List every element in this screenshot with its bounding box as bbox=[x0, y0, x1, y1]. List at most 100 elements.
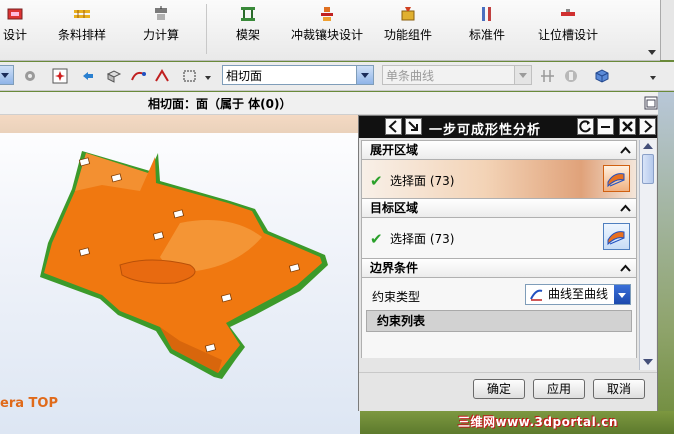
select-face-count: (73) bbox=[429, 232, 455, 246]
standard-part-icon bbox=[482, 7, 491, 21]
camera-view-label: era TOP bbox=[0, 396, 58, 411]
cancel-button[interactable]: 取消 bbox=[593, 379, 645, 399]
ribbon-overflow-icon[interactable] bbox=[648, 50, 656, 56]
collapse-button[interactable] bbox=[405, 118, 422, 135]
box-select-icon[interactable] bbox=[182, 68, 198, 84]
reset-button[interactable] bbox=[577, 118, 594, 135]
section-title: 目标区域 bbox=[370, 201, 419, 215]
section-title: 展开区域 bbox=[370, 143, 419, 157]
die-base-icon bbox=[241, 7, 255, 21]
undo-arrow-icon[interactable] bbox=[80, 68, 96, 84]
strip-layout-icon bbox=[74, 10, 90, 18]
ribbon-function-component-button[interactable]: 功能组件 bbox=[380, 6, 436, 50]
select-face-label: 选择面 (73) bbox=[390, 172, 454, 189]
maximize-icon[interactable] bbox=[644, 96, 658, 110]
face-rule-select[interactable]: 相切面 bbox=[222, 65, 374, 85]
face-rule-value: 相切面 bbox=[226, 69, 263, 83]
close-button[interactable] bbox=[619, 118, 636, 135]
feature-curve-icon[interactable] bbox=[154, 68, 170, 84]
snap-point-icon[interactable] bbox=[52, 68, 68, 84]
ribbon-label: 让位槽设计 bbox=[537, 28, 598, 42]
ribbon-strip-layout-button[interactable]: 条料排样 bbox=[52, 6, 112, 50]
die-design-icon bbox=[7, 8, 23, 20]
ribbon-punch-insert-button[interactable]: 冲裁镶块设计 bbox=[288, 6, 366, 50]
settings-icon[interactable] bbox=[22, 68, 38, 84]
section-boundary-header[interactable]: 边界条件 bbox=[361, 258, 637, 278]
selection-toolbar: 相切面 单条曲线 bbox=[0, 62, 674, 91]
curve-rule-value: 单条曲线 bbox=[386, 69, 435, 83]
formability-dialog: 一步可成形性分析 展开区域 ✔ 选择面 (73) 目标区域 ✔ 选择面 (73)… bbox=[358, 115, 658, 411]
ribbon-label: 冲裁镶块设计 bbox=[290, 28, 363, 42]
constraint-type-label: 约束类型 bbox=[372, 290, 421, 304]
pin-button[interactable] bbox=[597, 118, 614, 135]
site-watermark: 三维网www.3dportal.cn bbox=[458, 415, 618, 429]
dialog-scrollbar[interactable] bbox=[639, 140, 656, 370]
graphics-viewport[interactable]: era TOP bbox=[0, 115, 360, 434]
section-unfold-region-header[interactable]: 展开区域 bbox=[361, 140, 637, 160]
select-face-button[interactable] bbox=[603, 165, 630, 192]
ok-button[interactable]: 确定 bbox=[473, 379, 525, 399]
ribbon-die-base-button[interactable]: 模架 bbox=[226, 6, 270, 50]
relief-slot-icon bbox=[561, 9, 575, 16]
curve-to-curve-icon bbox=[530, 289, 543, 301]
stop-at-intersection-icon bbox=[541, 70, 554, 82]
constraint-type-select[interactable]: 曲线至曲线 bbox=[525, 284, 631, 305]
section-boundary-body: 约束类型 曲线至曲线 约束列表 bbox=[361, 278, 637, 358]
ribbon-force-calculation-button[interactable]: 力计算 bbox=[136, 6, 186, 50]
chevron-up-icon[interactable] bbox=[619, 202, 632, 215]
ribbon-standard-part-button[interactable]: 标准件 bbox=[464, 6, 510, 50]
constraint-list-title: 约束列表 bbox=[377, 314, 426, 328]
select-face-text: 选择面 bbox=[390, 174, 427, 188]
desktop-background bbox=[658, 92, 674, 434]
dialog-title-bar: 一步可成形性分析 bbox=[359, 116, 657, 138]
select-face-text: 选择面 bbox=[390, 232, 427, 246]
ribbon-relief-slot-button[interactable]: 让位槽设计 bbox=[536, 6, 600, 50]
dialog-footer: 确定 应用 取消 bbox=[359, 372, 657, 411]
chevron-up-icon[interactable] bbox=[619, 144, 632, 157]
chevron-up-icon[interactable] bbox=[619, 262, 632, 275]
curve-rule-icon[interactable] bbox=[130, 68, 146, 84]
ribbon-label: 条料排样 bbox=[57, 28, 106, 42]
section-target-region-body: ✔ 选择面 (73) bbox=[361, 218, 637, 258]
chevron-down-icon[interactable] bbox=[205, 76, 211, 80]
back-button[interactable] bbox=[385, 118, 402, 135]
unfold-select-face-row[interactable]: ✔ 选择面 (73) bbox=[362, 160, 636, 198]
scroll-down-icon[interactable] bbox=[643, 358, 653, 366]
section-title: 边界条件 bbox=[370, 261, 419, 275]
minus-icon bbox=[601, 126, 610, 128]
ribbon-scrollbar[interactable] bbox=[660, 0, 674, 60]
select-face-label: 选择面 (73) bbox=[390, 230, 454, 247]
apply-button[interactable]: 应用 bbox=[533, 379, 585, 399]
view-box-icon[interactable] bbox=[106, 68, 122, 84]
ribbon-die-design-button[interactable]: 设计 bbox=[0, 6, 30, 50]
constraint-type-value: 曲线至曲线 bbox=[548, 287, 609, 301]
toolbar-overflow-icon[interactable] bbox=[650, 76, 656, 80]
follow-fillet-icon bbox=[565, 70, 577, 82]
ribbon-label: 力计算 bbox=[142, 28, 179, 42]
chevron-right-icon bbox=[644, 120, 653, 133]
dialog-content: 展开区域 ✔ 选择面 (73) 目标区域 ✔ 选择面 (73) 边界条件 约束类… bbox=[361, 140, 637, 370]
ribbon-label: 功能组件 bbox=[383, 28, 432, 42]
face-select-icon bbox=[607, 173, 625, 188]
scroll-thumb[interactable] bbox=[642, 154, 654, 184]
section-target-region-header[interactable]: 目标区域 bbox=[361, 198, 637, 218]
face-select-icon bbox=[607, 231, 625, 246]
punch-insert-icon bbox=[321, 7, 333, 21]
reset-icon bbox=[579, 120, 591, 133]
select-target-face-button[interactable] bbox=[603, 223, 630, 250]
function-component-icon bbox=[401, 7, 415, 21]
ribbon-label: 模架 bbox=[235, 28, 260, 42]
scroll-up-icon[interactable] bbox=[643, 142, 653, 150]
forward-button[interactable] bbox=[639, 118, 656, 135]
solid-cube-icon[interactable] bbox=[594, 68, 610, 84]
sheet-metal-part[interactable] bbox=[0, 115, 360, 434]
force-calculation-icon bbox=[155, 6, 167, 20]
curve-rule-select: 单条曲线 bbox=[382, 65, 532, 85]
arrow-diagonal-icon bbox=[408, 121, 418, 131]
type-filter-dropdown[interactable] bbox=[0, 65, 14, 85]
target-select-face-row[interactable]: ✔ 选择面 (73) bbox=[362, 218, 636, 258]
check-icon: ✔ bbox=[370, 230, 383, 248]
ribbon-label: 设计 bbox=[2, 28, 27, 42]
dialog-title: 一步可成形性分析 bbox=[429, 123, 542, 138]
check-icon: ✔ bbox=[370, 172, 383, 190]
